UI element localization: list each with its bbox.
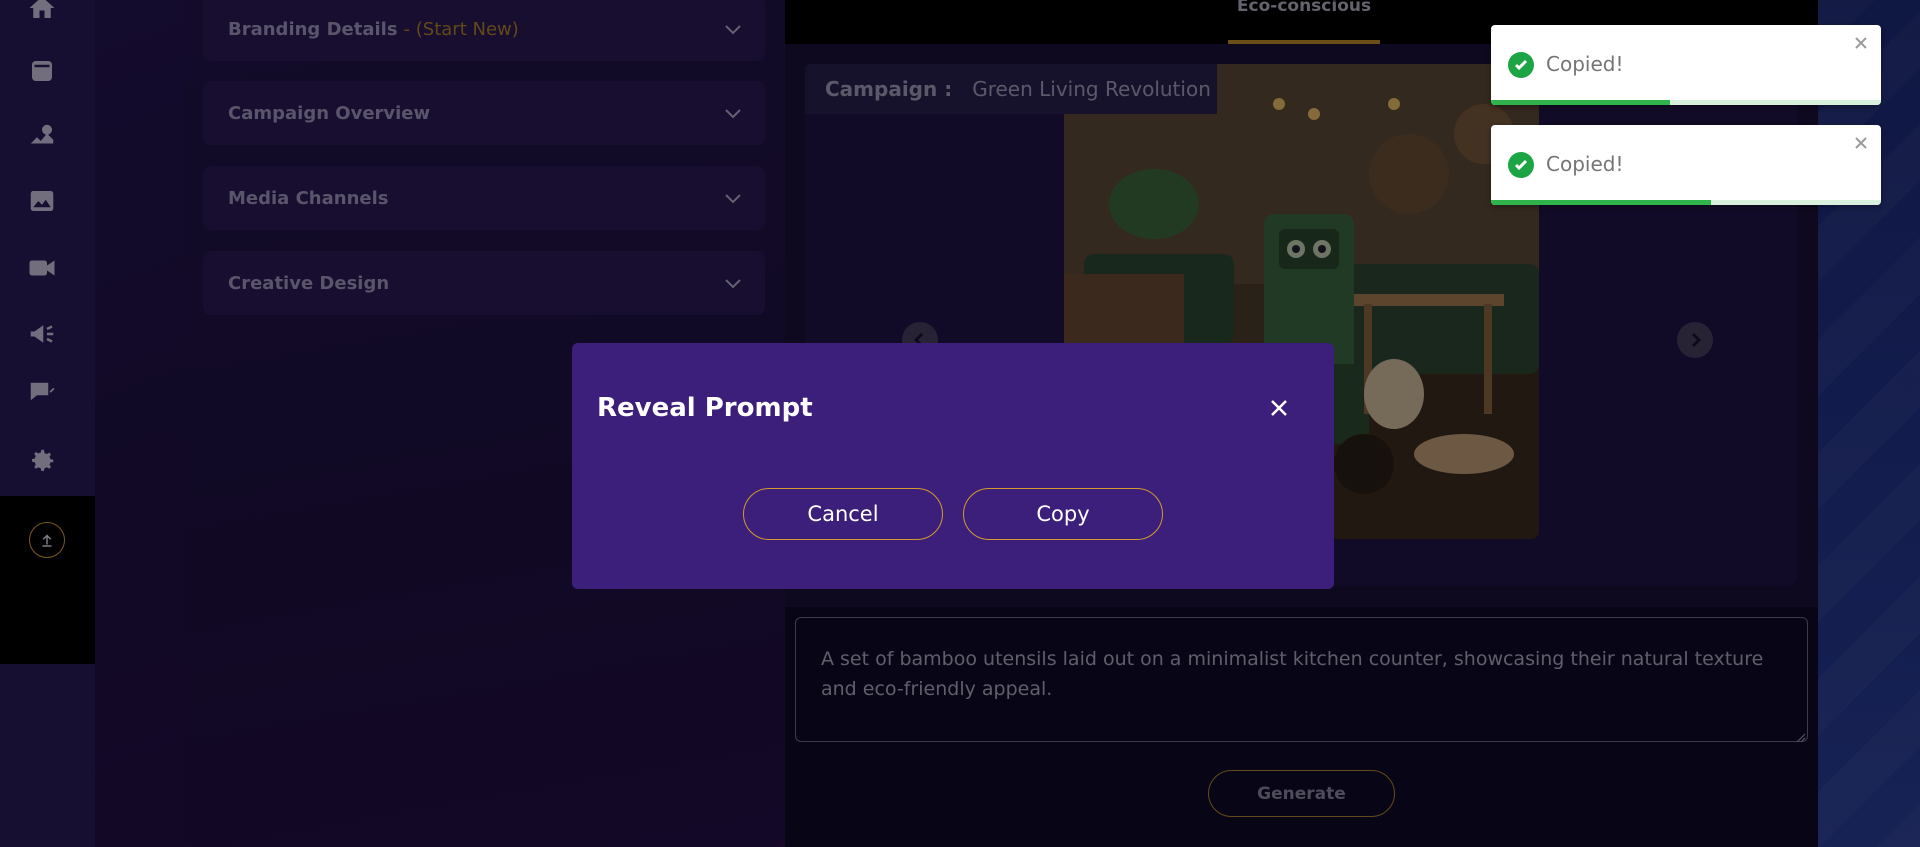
toast-message: Copied! (1546, 52, 1624, 76)
toast-notification: Copied! (1491, 125, 1881, 205)
close-icon[interactable] (1853, 135, 1869, 151)
close-icon[interactable] (1853, 35, 1869, 51)
toast-progress-bar (1491, 100, 1671, 105)
reveal-prompt-modal (572, 343, 1334, 589)
toast-notification: Copied! (1491, 25, 1881, 105)
check-circle-icon (1508, 152, 1534, 178)
copy-button[interactable]: Copy (963, 488, 1163, 540)
check-circle-icon (1508, 52, 1534, 78)
modal-title: Reveal Prompt (597, 393, 813, 423)
toast-progress-bar (1491, 200, 1712, 205)
toast-message: Copied! (1546, 152, 1624, 176)
cancel-button[interactable]: Cancel (743, 488, 943, 540)
close-icon[interactable] (1266, 395, 1292, 421)
